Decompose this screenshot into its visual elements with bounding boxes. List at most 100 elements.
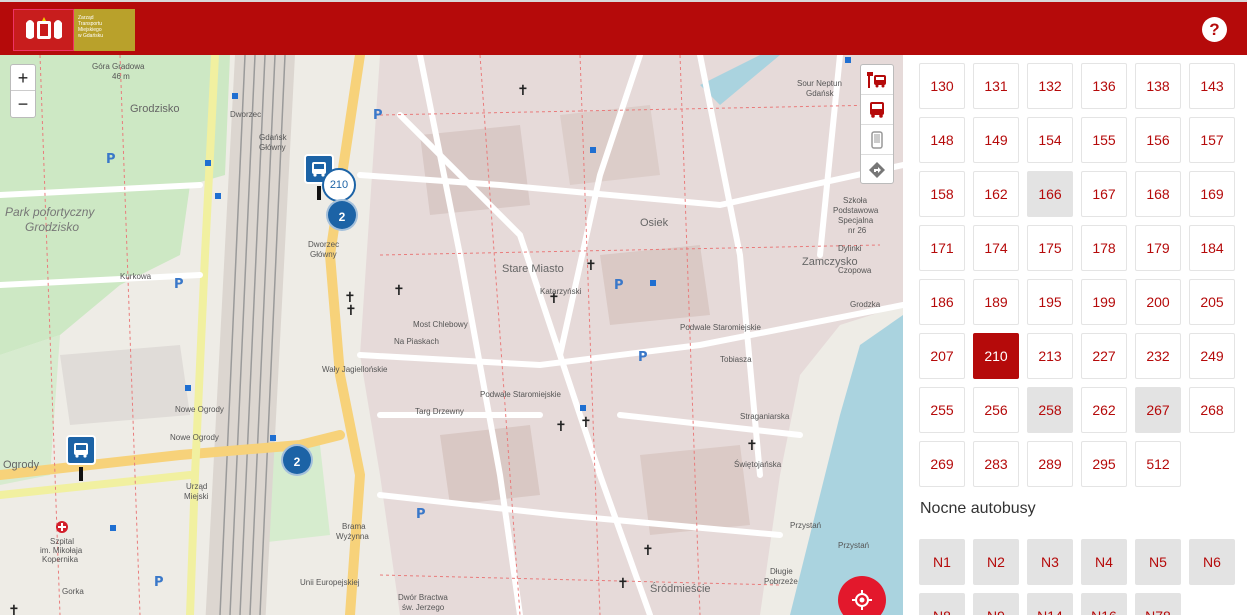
night-line-button[interactable]: N9 [973,593,1019,615]
map-label: Podstawowa [833,206,879,215]
ztm-logo[interactable]: Zarząd Transportu Miejskiego w Gdańsku [13,9,135,51]
line-button[interactable]: 262 [1081,387,1127,433]
route-bubble[interactable]: 210 [322,168,356,202]
city-map[interactable]: ✝ ✝ ✝ ✝ ✝ ✝ ✝ ✝ ✝ ✝ ✝ ✝ PP PP PP P Góra Gradow… [0,55,903,615]
map-layer-tools [860,64,894,184]
map-label: Straganiarska [740,412,790,421]
svg-text:✝: ✝ [642,543,654,559]
map-label: Na Piaskach [394,337,439,346]
map-label: Grodzka [850,300,881,309]
map-label: Nowe Ogrody [175,405,224,414]
map-label: Wyżynna [336,532,369,541]
line-button[interactable]: 189 [973,279,1019,325]
zoom-in-button[interactable]: + [11,65,35,91]
line-button[interactable]: 184 [1189,225,1235,271]
line-button[interactable]: 512 [1135,441,1181,487]
svg-text:P: P [373,108,383,123]
line-button[interactable]: 175 [1027,225,1073,271]
line-button[interactable]: 154 [1027,117,1073,163]
line-button[interactable]: 195 [1027,279,1073,325]
night-line-button[interactable]: N78 [1135,593,1181,615]
night-line-button[interactable]: N2 [973,539,1019,585]
night-line-button[interactable]: N3 [1027,539,1073,585]
app-root: Zarząd Transportu Miejskiego w Gdańsku ? [0,0,1247,615]
vehicles-layer-button[interactable] [861,95,893,125]
map-label: 46 m [112,72,130,81]
bus-stop-marker[interactable] [66,435,96,465]
line-button[interactable]: 268 [1189,387,1235,433]
map-label: Świętojańska [734,460,782,469]
night-line-button[interactable]: N5 [1135,539,1181,585]
line-button[interactable]: 157 [1189,117,1235,163]
map-tiles: ✝✝ ✝✝ ✝✝ ✝✝ ✝✝ ✝✝ PP PP PP P [0,55,903,615]
line-button[interactable]: 213 [1027,333,1073,379]
night-line-button[interactable]: N16 [1081,593,1127,615]
line-button[interactable]: 136 [1081,63,1127,109]
line-button[interactable]: 143 [1189,63,1235,109]
svg-text:P: P [174,277,184,292]
marker-cluster[interactable]: 2 [281,444,313,476]
line-button[interactable]: 205 [1189,279,1235,325]
line-button[interactable]: 167 [1081,171,1127,217]
line-button[interactable]: 131 [973,63,1019,109]
line-button[interactable]: 130 [919,63,965,109]
line-button[interactable]: 199 [1081,279,1127,325]
map-label: Szpital [50,537,75,546]
line-button[interactable]: 149 [973,117,1019,163]
line-button[interactable]: 162 [973,171,1019,217]
svg-text:P: P [416,507,426,522]
line-button[interactable]: 179 [1135,225,1181,271]
line-button[interactable]: 168 [1135,171,1181,217]
map-label: św. Jerzego [402,603,445,612]
night-line-button[interactable]: N4 [1081,539,1127,585]
line-button[interactable]: 155 [1081,117,1127,163]
map-label: Osiek [640,217,669,229]
line-button[interactable]: 227 [1081,333,1127,379]
night-line-button[interactable]: N14 [1027,593,1073,615]
directions-layer-button[interactable] [861,155,893,185]
line-button[interactable]: 148 [919,117,965,163]
line-button[interactable]: 232 [1135,333,1181,379]
zoom-out-button[interactable]: − [11,91,35,117]
help-button[interactable]: ? [1202,17,1227,42]
line-button[interactable]: 258 [1027,387,1073,433]
line-button[interactable]: 295 [1081,441,1127,487]
marker-cluster[interactable]: 2 [326,199,358,231]
line-button[interactable]: 283 [973,441,1019,487]
line-button[interactable]: 267 [1135,387,1181,433]
line-button[interactable]: 207 [919,333,965,379]
map-label: Pobrzeże [764,577,798,586]
line-button[interactable]: 255 [919,387,965,433]
line-button[interactable]: 158 [919,171,965,217]
line-button[interactable]: 256 [973,387,1019,433]
map-label: Podwale Staromiejskie [680,323,761,332]
map-label: Unii Europejskiej [300,578,360,587]
map-label: Grodzisko [25,220,80,234]
night-line-button[interactable]: N8 [919,593,965,615]
night-line-button[interactable]: N6 [1189,539,1235,585]
line-button[interactable]: 171 [919,225,965,271]
stops-layer-button[interactable] [861,65,893,95]
line-button[interactable]: 289 [1027,441,1073,487]
line-button[interactable]: 200 [1135,279,1181,325]
line-button[interactable]: 249 [1189,333,1235,379]
map-label: Kurkowa [120,272,152,281]
line-button[interactable]: 210 [973,333,1019,379]
line-button[interactable]: 178 [1081,225,1127,271]
svg-text:✝: ✝ [8,603,20,615]
line-button[interactable]: 174 [973,225,1019,271]
line-button[interactable]: 138 [1135,63,1181,109]
top-bar: Zarząd Transportu Miejskiego w Gdańsku ? [0,0,1247,55]
line-button[interactable]: 269 [919,441,965,487]
map-label: Gorka [62,587,84,596]
question-icon: ? [1209,20,1220,39]
line-button[interactable]: 132 [1027,63,1073,109]
ticket-machine-layer-button[interactable] [861,125,893,155]
svg-text:✝: ✝ [345,303,357,319]
line-button[interactable]: 166 [1027,171,1073,217]
line-button[interactable]: 169 [1189,171,1235,217]
line-button[interactable]: 186 [919,279,965,325]
night-line-button[interactable]: N1 [919,539,965,585]
line-button[interactable]: 156 [1135,117,1181,163]
map-label: nr 26 [848,226,867,235]
